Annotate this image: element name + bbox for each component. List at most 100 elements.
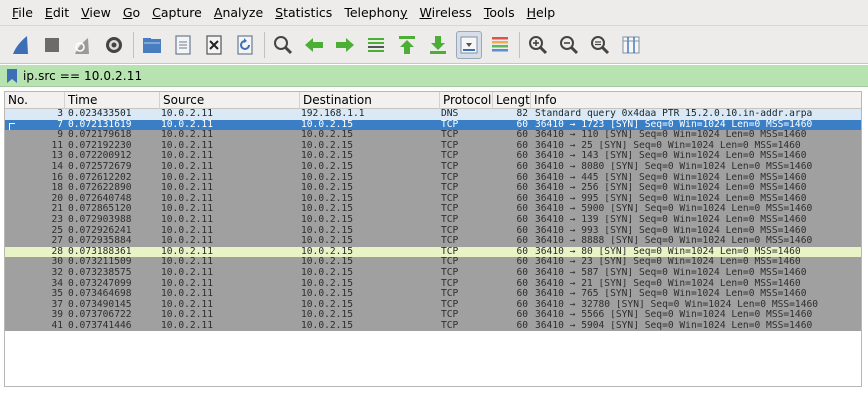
close-file-button[interactable] [201,31,227,59]
cell-source: 10.0.2.11 [161,109,213,119]
reload-file-button[interactable] [232,31,258,59]
cell-protocol: TCP [441,204,459,215]
go-forward-button[interactable] [332,31,358,59]
colorize-button[interactable] [487,31,513,59]
column-header-protocol[interactable]: Protocol [440,92,493,109]
table-row[interactable]: 34 0.073247099 10.0.2.11 10.0.2.15 TCP 60 3641… [5,278,861,290]
menu-wireless[interactable]: Wireless [414,0,478,26]
table-row[interactable]: 35 0.073464698 10.0.2.11 10.0.2.15 TCP 60 3641… [5,289,861,300]
start-capture-button[interactable] [8,31,34,59]
menu-view[interactable]: View [75,0,117,26]
table-row[interactable]: 9 0.072179618 10.0.2.11 10.0.2.15 TCP 60 36410… [5,130,861,141]
cell-no: 35 [51,289,63,300]
table-row[interactable]: 14 0.072572679 10.0.2.11 10.0.2.15 TCP 60 3641… [5,161,861,173]
table-row[interactable]: 27 0.072935884 10.0.2.11 10.0.2.15 TCP 60 3641… [5,236,861,247]
save-file-button[interactable] [170,31,196,59]
packet-list[interactable]: No. Time Source Destination Protocol Len… [4,91,862,387]
cell-info: 36410 → 587 [SYN] Seq=0 Win=1024 Len=0 M… [535,267,807,278]
cell-destination: 10.0.2.15 [301,236,353,247]
menu-statistics[interactable]: Statistics [269,0,338,26]
table-row[interactable]: 20 0.072640748 10.0.2.11 10.0.2.15 TCP 60 3641… [5,193,861,205]
cell-info: 36410 → 5566 [SYN] Seq=0 Win=1024 Len=0 … [535,310,813,321]
restart-capture-button[interactable] [70,31,96,59]
resize-columns-button[interactable] [618,31,644,59]
cell-destination: 192.168.1.1 [301,109,365,119]
go-back-button[interactable] [301,31,327,59]
menu-go[interactable]: Go [117,0,146,26]
bookmark-icon[interactable] [6,68,18,83]
stop-capture-button[interactable] [39,31,65,59]
menu-telephony[interactable]: Telephony [338,0,413,26]
table-row[interactable]: 23 0.072903988 10.0.2.11 10.0.2.15 TCP 60 3641… [5,214,861,226]
cell-length: 60 [516,299,528,310]
table-row[interactable]: 21 0.072865120 10.0.2.11 10.0.2.15 TCP 60 3641… [5,204,861,215]
restart-fin-icon [75,37,89,54]
cell-no: 30 [51,257,63,268]
cell-time: 0.073490145 [68,299,132,310]
column-header-source[interactable]: Source [160,92,300,109]
column-header-no[interactable]: No. [5,92,65,109]
menu-tools[interactable]: Tools [478,0,521,26]
cell-protocol: TCP [441,267,459,278]
column-header-time[interactable]: Time [65,92,160,109]
table-row[interactable]: 28 0.073188361 10.0.2.11 10.0.2.15 TCP 60 3641… [5,246,861,258]
display-filter-input[interactable]: ip.src == 10.0.2.11 [23,69,142,83]
column-header-length[interactable]: Length [493,92,531,109]
capture-options-button[interactable] [101,31,127,59]
go-last-packet-button[interactable] [425,31,451,59]
cell-info: 36410 → 8888 [SYN] Seq=0 Win=1024 Len=0 … [535,236,813,247]
column-header-info[interactable]: Info [531,92,861,109]
table-row-selected[interactable]: 7 0.072131619 10.0.2.11 10.0.2.15 TCP 60 36410… [5,119,861,131]
menu-capture[interactable]: Capture [146,0,208,26]
menu-analyze[interactable]: Analyze [208,0,269,26]
table-row[interactable]: 39 0.073706722 10.0.2.11 10.0.2.15 TCP 60 3641… [5,310,861,321]
display-filter-bar[interactable]: ip.src == 10.0.2.11 [0,65,868,87]
zoom-normal-button[interactable] [587,31,613,59]
table-row[interactable]: 25 0.072926241 10.0.2.11 10.0.2.15 TCP 60 3641… [5,225,861,237]
cell-protocol: TCP [441,151,459,162]
menu-help[interactable]: Help [521,0,562,26]
table-row[interactable]: 37 0.073490145 10.0.2.11 10.0.2.15 TCP 60 3641… [5,299,861,311]
cell-time: 0.073464698 [68,289,132,300]
cell-source: 10.0.2.11 [161,310,213,321]
table-row[interactable]: 11 0.072192230 10.0.2.11 10.0.2.15 TCP 60 3641… [5,140,861,152]
table-row[interactable]: 30 0.073211509 10.0.2.11 10.0.2.15 TCP 60 3641… [5,257,861,268]
cell-info: 36410 → 993 [SYN] Seq=0 Win=1024 Len=0 M… [535,225,807,236]
cell-no: 7 [57,119,63,130]
cell-source: 10.0.2.11 [161,278,213,289]
cell-length: 60 [516,183,528,194]
menu-file[interactable]: File [6,0,39,26]
cell-source: 10.0.2.11 [161,320,213,331]
table-row[interactable]: 16 0.072612202 10.0.2.11 10.0.2.15 TCP 60 3641… [5,172,861,184]
go-first-packet-button[interactable] [394,31,420,59]
cell-length: 60 [516,172,528,183]
cell-no: 11 [51,140,63,151]
table-row[interactable]: 13 0.072200912 10.0.2.11 10.0.2.15 TCP 60 3641… [5,151,861,162]
shark-fin-icon [13,35,28,54]
cell-info: 36410 → 25 [SYN] Seq=0 Win=1024 Len=0 MS… [535,140,801,151]
open-file-button[interactable] [139,31,165,59]
zoom-out-button[interactable] [556,31,582,59]
cell-source: 10.0.2.11 [161,257,213,268]
go-forward-arrow-icon [336,37,354,52]
zoom-normal-icon [591,35,610,54]
find-packet-button[interactable] [270,31,296,59]
cell-source: 10.0.2.11 [161,172,213,183]
column-header-destination[interactable]: Destination [300,92,440,109]
autoscroll-toggle[interactable] [456,30,482,59]
table-row[interactable]: 41 0.073741446 10.0.2.11 10.0.2.15 TCP 60 3641… [5,320,861,332]
cell-source: 10.0.2.11 [161,151,213,162]
go-to-packet-button[interactable] [363,31,389,59]
cell-no: 27 [51,236,63,247]
cell-protocol: TCP [441,193,459,204]
cell-length: 60 [516,257,528,268]
cell-info: 36410 → 139 [SYN] Seq=0 Win=1024 Len=0 M… [535,214,807,225]
table-row[interactable]: 32 0.073238575 10.0.2.11 10.0.2.15 TCP 60 3641… [5,267,861,279]
resize-columns-icon [622,36,640,53]
main-toolbar [0,26,868,64]
table-row[interactable]: 3 0.023433501 10.0.2.11 192.168.1.1 DNS 82 Sta… [5,109,861,120]
zoom-in-button[interactable] [525,31,551,59]
menu-edit[interactable]: Edit [39,0,75,26]
table-row[interactable]: 18 0.072622890 10.0.2.11 10.0.2.15 TCP 60 3641… [5,183,861,194]
cell-destination: 10.0.2.15 [301,204,353,215]
